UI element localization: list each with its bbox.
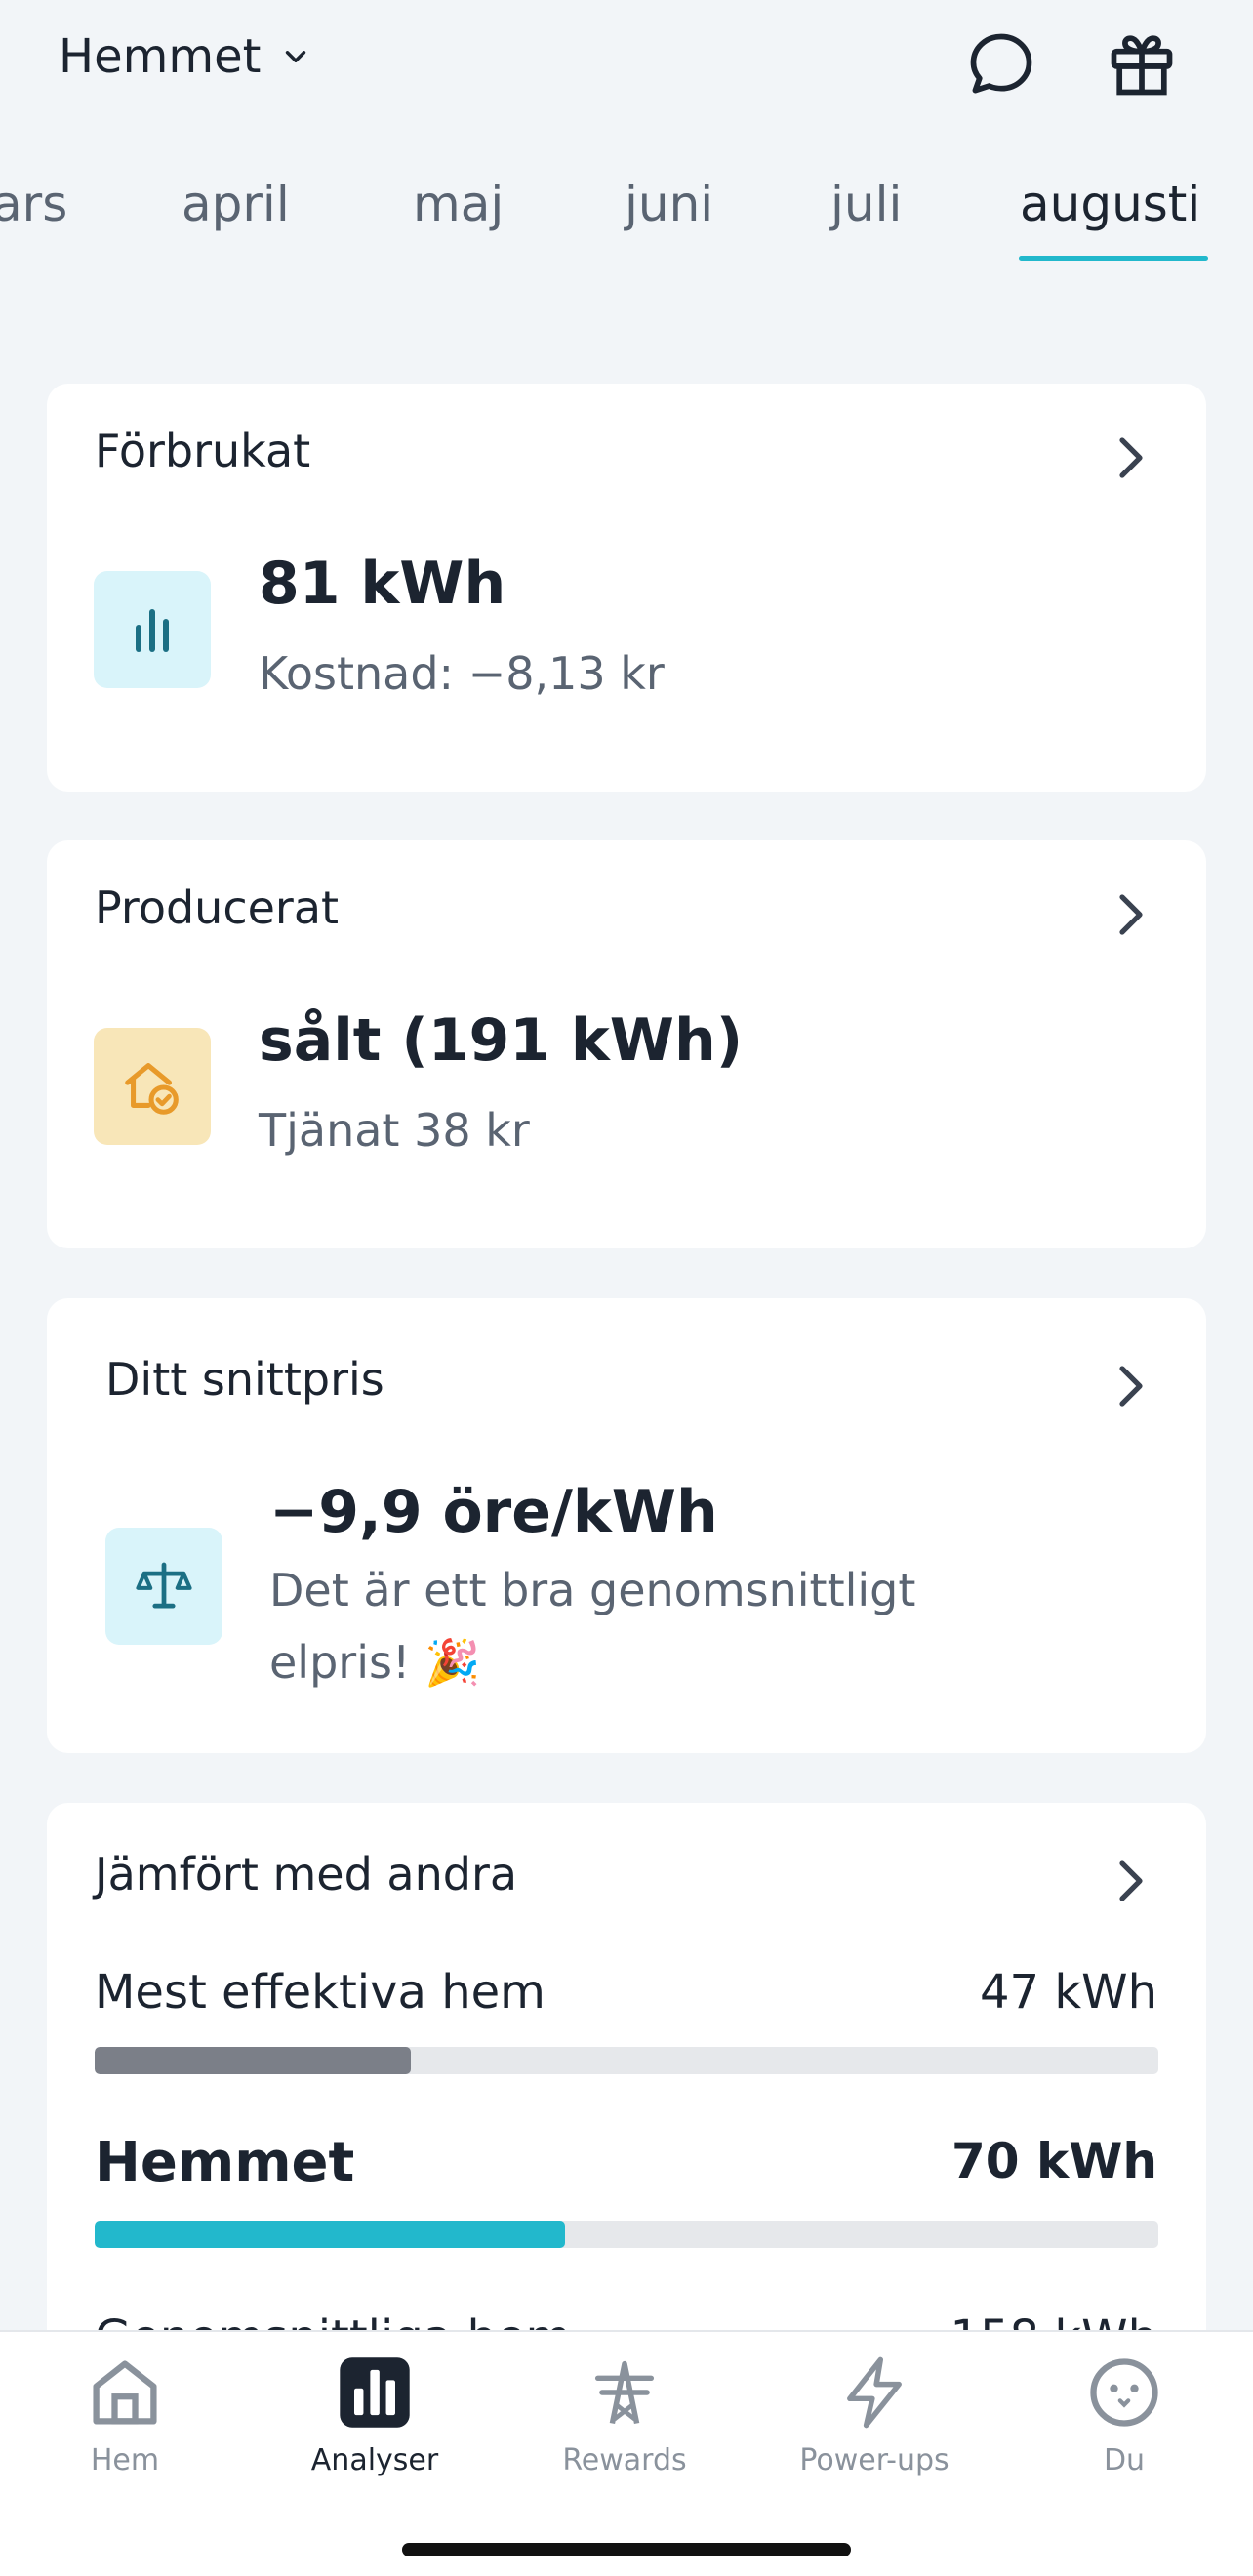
- nav-label-rewards: Rewards: [562, 2443, 687, 2477]
- chevron-right-icon: [1119, 1860, 1143, 1901]
- power-tower-icon: [594, 2360, 655, 2425]
- nav-item-hem[interactable]: Hem: [18, 2351, 232, 2477]
- compare-bar-fill-home: [95, 2221, 565, 2248]
- home-icon: [93, 2360, 157, 2425]
- gift-icon[interactable]: [1105, 27, 1179, 102]
- produced-earned: Tjänat 38 kr: [259, 1104, 530, 1157]
- analytics-icon: [340, 2357, 410, 2428]
- avg-price-card[interactable]: Ditt snittpris −9,9 öre/kWh Det är ett b…: [47, 1298, 1206, 1753]
- compare-row-label-home: Hemmet: [95, 2131, 355, 2194]
- bottom-navigation: Hem Analyser Rewards Power-ups Du: [0, 2330, 1253, 2576]
- avg-price-value: −9,9 öre/kWh: [269, 1478, 718, 1546]
- avg-price-message-line1: Det är ett bra genomsnittligt: [269, 1564, 916, 1616]
- produced-title: Producerat: [95, 881, 340, 934]
- nav-item-analyser[interactable]: Analyser: [267, 2351, 482, 2477]
- compare-bar-home: [95, 2221, 1158, 2248]
- nav-item-du[interactable]: Du: [1017, 2351, 1232, 2477]
- consumed-value: 81 kWh: [259, 550, 506, 618]
- house-check-icon: [125, 1063, 179, 1115]
- chevron-right-icon: [1119, 894, 1143, 935]
- compare-card[interactable]: Jämfört med andra Mest effektiva hem 47 …: [47, 1803, 1206, 2408]
- nav-item-power-ups[interactable]: Power-ups: [767, 2351, 982, 2477]
- tab-month-maj[interactable]: maj: [413, 176, 504, 232]
- chat-icon[interactable]: [964, 27, 1038, 102]
- tab-month-juni[interactable]: juni: [625, 176, 713, 232]
- nav-label-du: Du: [1103, 2443, 1146, 2477]
- month-tabs: ars april maj juni juli augusti: [0, 166, 1253, 264]
- home-selector[interactable]: Hemmet: [59, 29, 312, 84]
- compare-row-value-efficient: 47 kWh: [979, 1965, 1157, 2020]
- profile-face-icon: [1090, 2358, 1158, 2427]
- consumed-title: Förbrukat: [95, 425, 311, 477]
- scales-icon: [136, 1562, 192, 1609]
- avg-price-title: Ditt snittpris: [105, 1353, 384, 1406]
- avg-price-message-line2: elpris! 🎉: [269, 1636, 481, 1689]
- consumed-cost: Kostnad: −8,13 kr: [259, 647, 665, 700]
- compare-row-value-home: 70 kWh: [951, 2133, 1157, 2189]
- tab-month-augusti[interactable]: augusti: [1020, 176, 1200, 232]
- compare-title: Jämfört med andra: [95, 1848, 518, 1901]
- consumed-icon-box: [94, 571, 211, 688]
- nav-label-power-ups: Power-ups: [799, 2443, 950, 2477]
- nav-item-rewards[interactable]: Rewards: [517, 2351, 732, 2477]
- lightning-icon: [847, 2356, 902, 2429]
- tab-month-juli[interactable]: juli: [830, 176, 902, 232]
- bar-chart-icon: [136, 609, 169, 652]
- chevron-down-icon: [285, 51, 305, 62]
- produced-card[interactable]: Producerat sålt (191 kWh) Tjänat 38 kr: [47, 840, 1206, 1248]
- top-bar: Hemmet: [0, 0, 1253, 132]
- avg-price-icon-box: [105, 1528, 222, 1645]
- nav-label-analyser: Analyser: [310, 2443, 439, 2477]
- tab-month-april[interactable]: april: [182, 176, 290, 232]
- produced-value: sålt (191 kWh): [259, 1006, 744, 1075]
- home-indicator: [402, 2543, 851, 2556]
- chevron-right-icon: [1119, 1366, 1143, 1407]
- tab-month-mars[interactable]: ars: [0, 176, 67, 232]
- nav-label-hem: Hem: [90, 2443, 160, 2477]
- home-name: Hemmet: [59, 29, 262, 84]
- compare-row-label-efficient: Mest effektiva hem: [95, 1965, 546, 2020]
- chevron-right-icon: [1119, 437, 1143, 478]
- compare-bar-fill-efficient: [95, 2047, 411, 2074]
- active-tab-indicator: [1019, 256, 1208, 261]
- produced-icon-box: [94, 1028, 211, 1145]
- consumed-card[interactable]: Förbrukat 81 kWh Kostnad: −8,13 kr: [47, 384, 1206, 792]
- compare-bar-efficient: [95, 2047, 1158, 2074]
